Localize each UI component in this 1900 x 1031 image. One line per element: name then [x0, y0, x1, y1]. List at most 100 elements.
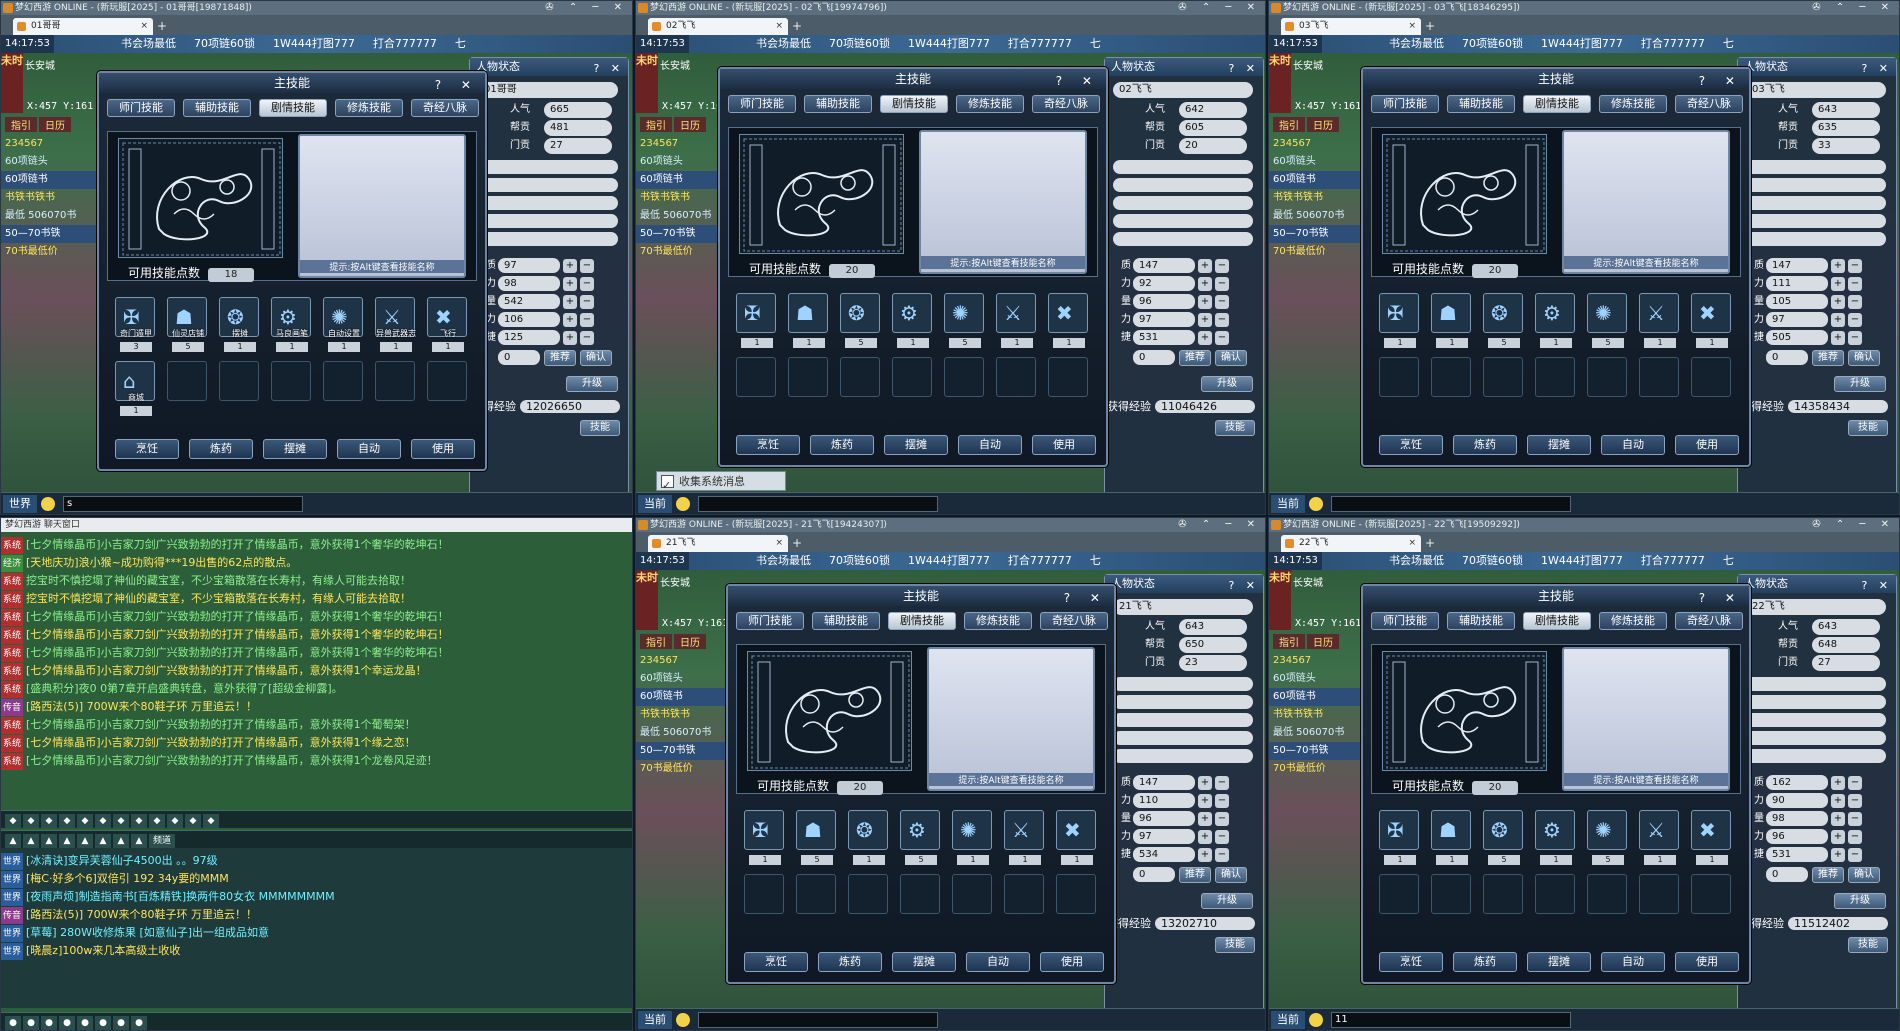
skill-action-button[interactable]: 使用: [1032, 435, 1096, 455]
chat-tool-icon[interactable]: ▲: [59, 834, 75, 848]
skill-slot[interactable]: ❂ 5: [1483, 810, 1523, 865]
task-item[interactable]: 234567: [1, 135, 101, 153]
skill-action-button[interactable]: 摆摊: [263, 439, 327, 459]
status-title[interactable]: 人物状态? ✕: [470, 58, 628, 76]
skill-action-button[interactable]: 使用: [1675, 952, 1739, 972]
skill-tab[interactable]: 师门技能: [736, 612, 804, 630]
minus-icon[interactable]: −: [1215, 313, 1229, 327]
close-icon[interactable]: ×: [140, 18, 148, 35]
task-item[interactable]: 60项链头: [1269, 153, 1369, 171]
skill-slot[interactable]: ✖ 1: [1691, 293, 1731, 348]
skill-tab[interactable]: 修炼技能: [335, 99, 403, 117]
task-item[interactable]: 最低 506070书: [1269, 724, 1369, 742]
skill-slot[interactable]: ✠ 1: [1379, 810, 1419, 865]
task-item[interactable]: 最低 506070书: [636, 724, 736, 742]
plus-icon[interactable]: +: [1198, 295, 1212, 309]
skill-slot[interactable]: ✖ 1: [1048, 293, 1088, 348]
skill-controls-icon[interactable]: ? ✕: [435, 75, 479, 95]
task-item[interactable]: 60项链书: [636, 688, 736, 706]
skill-slot[interactable]: ⚙ 1: [1535, 293, 1575, 348]
channel-selector[interactable]: 当前: [1271, 495, 1305, 513]
chat-tool-icon[interactable]: ◆: [77, 814, 93, 828]
channel-selector[interactable]: 世界: [3, 495, 37, 513]
skill-panel-title[interactable]: 主技能 ? ✕: [728, 586, 1114, 606]
plus-icon[interactable]: +: [563, 313, 577, 327]
plus-icon[interactable]: +: [1831, 313, 1845, 327]
skill-action-button[interactable]: 自动: [337, 439, 401, 459]
plus-icon[interactable]: +: [1198, 812, 1212, 826]
minus-icon[interactable]: −: [1848, 277, 1862, 291]
task-item[interactable]: 50—70书铁: [636, 742, 736, 760]
plus-icon[interactable]: +: [1831, 295, 1845, 309]
confirm-button[interactable]: 确认: [1848, 867, 1880, 883]
confirm-button[interactable]: 确认: [1215, 350, 1247, 366]
skill-action-button[interactable]: 炼药: [818, 952, 882, 972]
skill-slot[interactable]: ⌂ 商城 1: [115, 361, 155, 416]
plus-icon[interactable]: +: [563, 295, 577, 309]
channel-selector[interactable]: 当前: [1271, 1011, 1305, 1029]
window-controls-icon[interactable]: ✇ ⌃ ─ ✕: [1178, 1, 1261, 15]
window-controls-icon[interactable]: ✇ ⌃ ─ ✕: [1178, 518, 1261, 532]
new-tab-icon[interactable]: +: [792, 19, 802, 33]
skill-slot[interactable]: ✺ 自动设置 1: [323, 297, 363, 352]
skill-action-button[interactable]: 烹饪: [744, 952, 808, 972]
upgrade-button[interactable]: 升级: [1201, 376, 1253, 392]
nav-link[interactable]: 日历: [674, 117, 706, 132]
task-item[interactable]: 70书最低价: [636, 760, 736, 778]
window-controls-icon[interactable]: ✇ ⌃ ─ ✕: [545, 1, 628, 15]
new-tab-icon[interactable]: +: [157, 19, 167, 33]
skill-tab[interactable]: 剧情技能: [259, 99, 327, 117]
chat-tool-icon[interactable]: ▲: [131, 834, 147, 848]
skill-slot[interactable]: ⚔ 1: [1639, 810, 1679, 865]
chat-tool-icon[interactable]: ◆: [149, 814, 165, 828]
status-controls-icon[interactable]: ? ✕: [1228, 577, 1259, 595]
skill-slot[interactable]: ✠ 1: [1379, 293, 1419, 348]
plus-icon[interactable]: +: [1198, 331, 1212, 345]
skill-slot[interactable]: ✺ 5: [1587, 293, 1627, 348]
skill-slot[interactable]: ✖ 1: [1691, 810, 1731, 865]
recommend-button[interactable]: 推荐: [1812, 867, 1844, 883]
skill-panel-title[interactable]: 主技能 ? ✕: [99, 73, 485, 93]
minus-icon[interactable]: −: [1215, 277, 1229, 291]
chat-tool-icon[interactable]: ●: [23, 1016, 39, 1030]
status-title[interactable]: 人物状态? ✕: [1105, 575, 1263, 593]
chat-tool-icon[interactable]: ◆: [131, 814, 147, 828]
window-titlebar[interactable]: 梦幻西游 ONLINE - (新玩服[2025] - 01哥哥[19871848…: [1, 1, 632, 15]
skill-slot[interactable]: ⚙ 1: [1535, 810, 1575, 865]
minus-icon[interactable]: −: [1215, 794, 1229, 808]
nav-link[interactable]: 日历: [39, 117, 71, 132]
task-item[interactable]: 书铁书铁书: [636, 706, 736, 724]
skill-slot[interactable]: ⚔ 1: [996, 293, 1036, 348]
skill-slot[interactable]: ⚔ 1: [1639, 293, 1679, 348]
skill-action-button[interactable]: 炼药: [1453, 952, 1517, 972]
skill-tab[interactable]: 修炼技能: [956, 95, 1024, 113]
skill-tab[interactable]: 辅助技能: [183, 99, 251, 117]
minus-icon[interactable]: −: [1215, 812, 1229, 826]
skill-slot[interactable]: ❂ 5: [840, 293, 880, 348]
minus-icon[interactable]: −: [1848, 794, 1862, 808]
chat-tool-icon[interactable]: ◆: [185, 814, 201, 828]
chat-tool-icon[interactable]: ●: [59, 1016, 75, 1030]
skill-tab[interactable]: 奇经八脉: [1675, 95, 1743, 113]
window-titlebar[interactable]: 梦幻西游 ONLINE - (新玩服[2025] - 22飞飞[19509292…: [1269, 518, 1899, 532]
chat-tool-icon[interactable]: ▲: [23, 834, 39, 848]
skill-tab[interactable]: 修炼技能: [1599, 612, 1667, 630]
task-item[interactable]: 234567: [636, 652, 736, 670]
skill-slot[interactable]: ✠ 1: [736, 293, 776, 348]
window-titlebar[interactable]: 梦幻西游 ONLINE - (新玩服[2025] - 02飞飞[19974796…: [636, 1, 1265, 15]
skills-button[interactable]: 技能: [1215, 420, 1255, 436]
skill-tab[interactable]: 师门技能: [1371, 95, 1439, 113]
new-tab-icon[interactable]: +: [1425, 19, 1435, 33]
emoji-icon[interactable]: [41, 497, 55, 511]
status-title[interactable]: 人物状态? ✕: [1738, 58, 1896, 76]
chat-tool-icon[interactable]: ◆: [5, 814, 21, 828]
nav-link[interactable]: 日历: [674, 634, 706, 649]
window-titlebar[interactable]: 梦幻西游 ONLINE - (新玩服[2025] - 21飞飞[19424307…: [636, 518, 1265, 532]
skill-slot[interactable]: ☗ 仙灵店铺 5: [167, 297, 207, 352]
window-titlebar[interactable]: 梦幻西游 ONLINE - (新玩服[2025] - 03飞飞[18346295…: [1269, 1, 1899, 15]
tab-account[interactable]: 21飞飞 ×: [648, 535, 788, 552]
nav-link[interactable]: 指引: [1273, 634, 1305, 649]
status-controls-icon[interactable]: ? ✕: [1861, 577, 1892, 595]
tab-account[interactable]: 22飞飞 ×: [1281, 535, 1421, 552]
close-icon[interactable]: ×: [775, 18, 783, 35]
